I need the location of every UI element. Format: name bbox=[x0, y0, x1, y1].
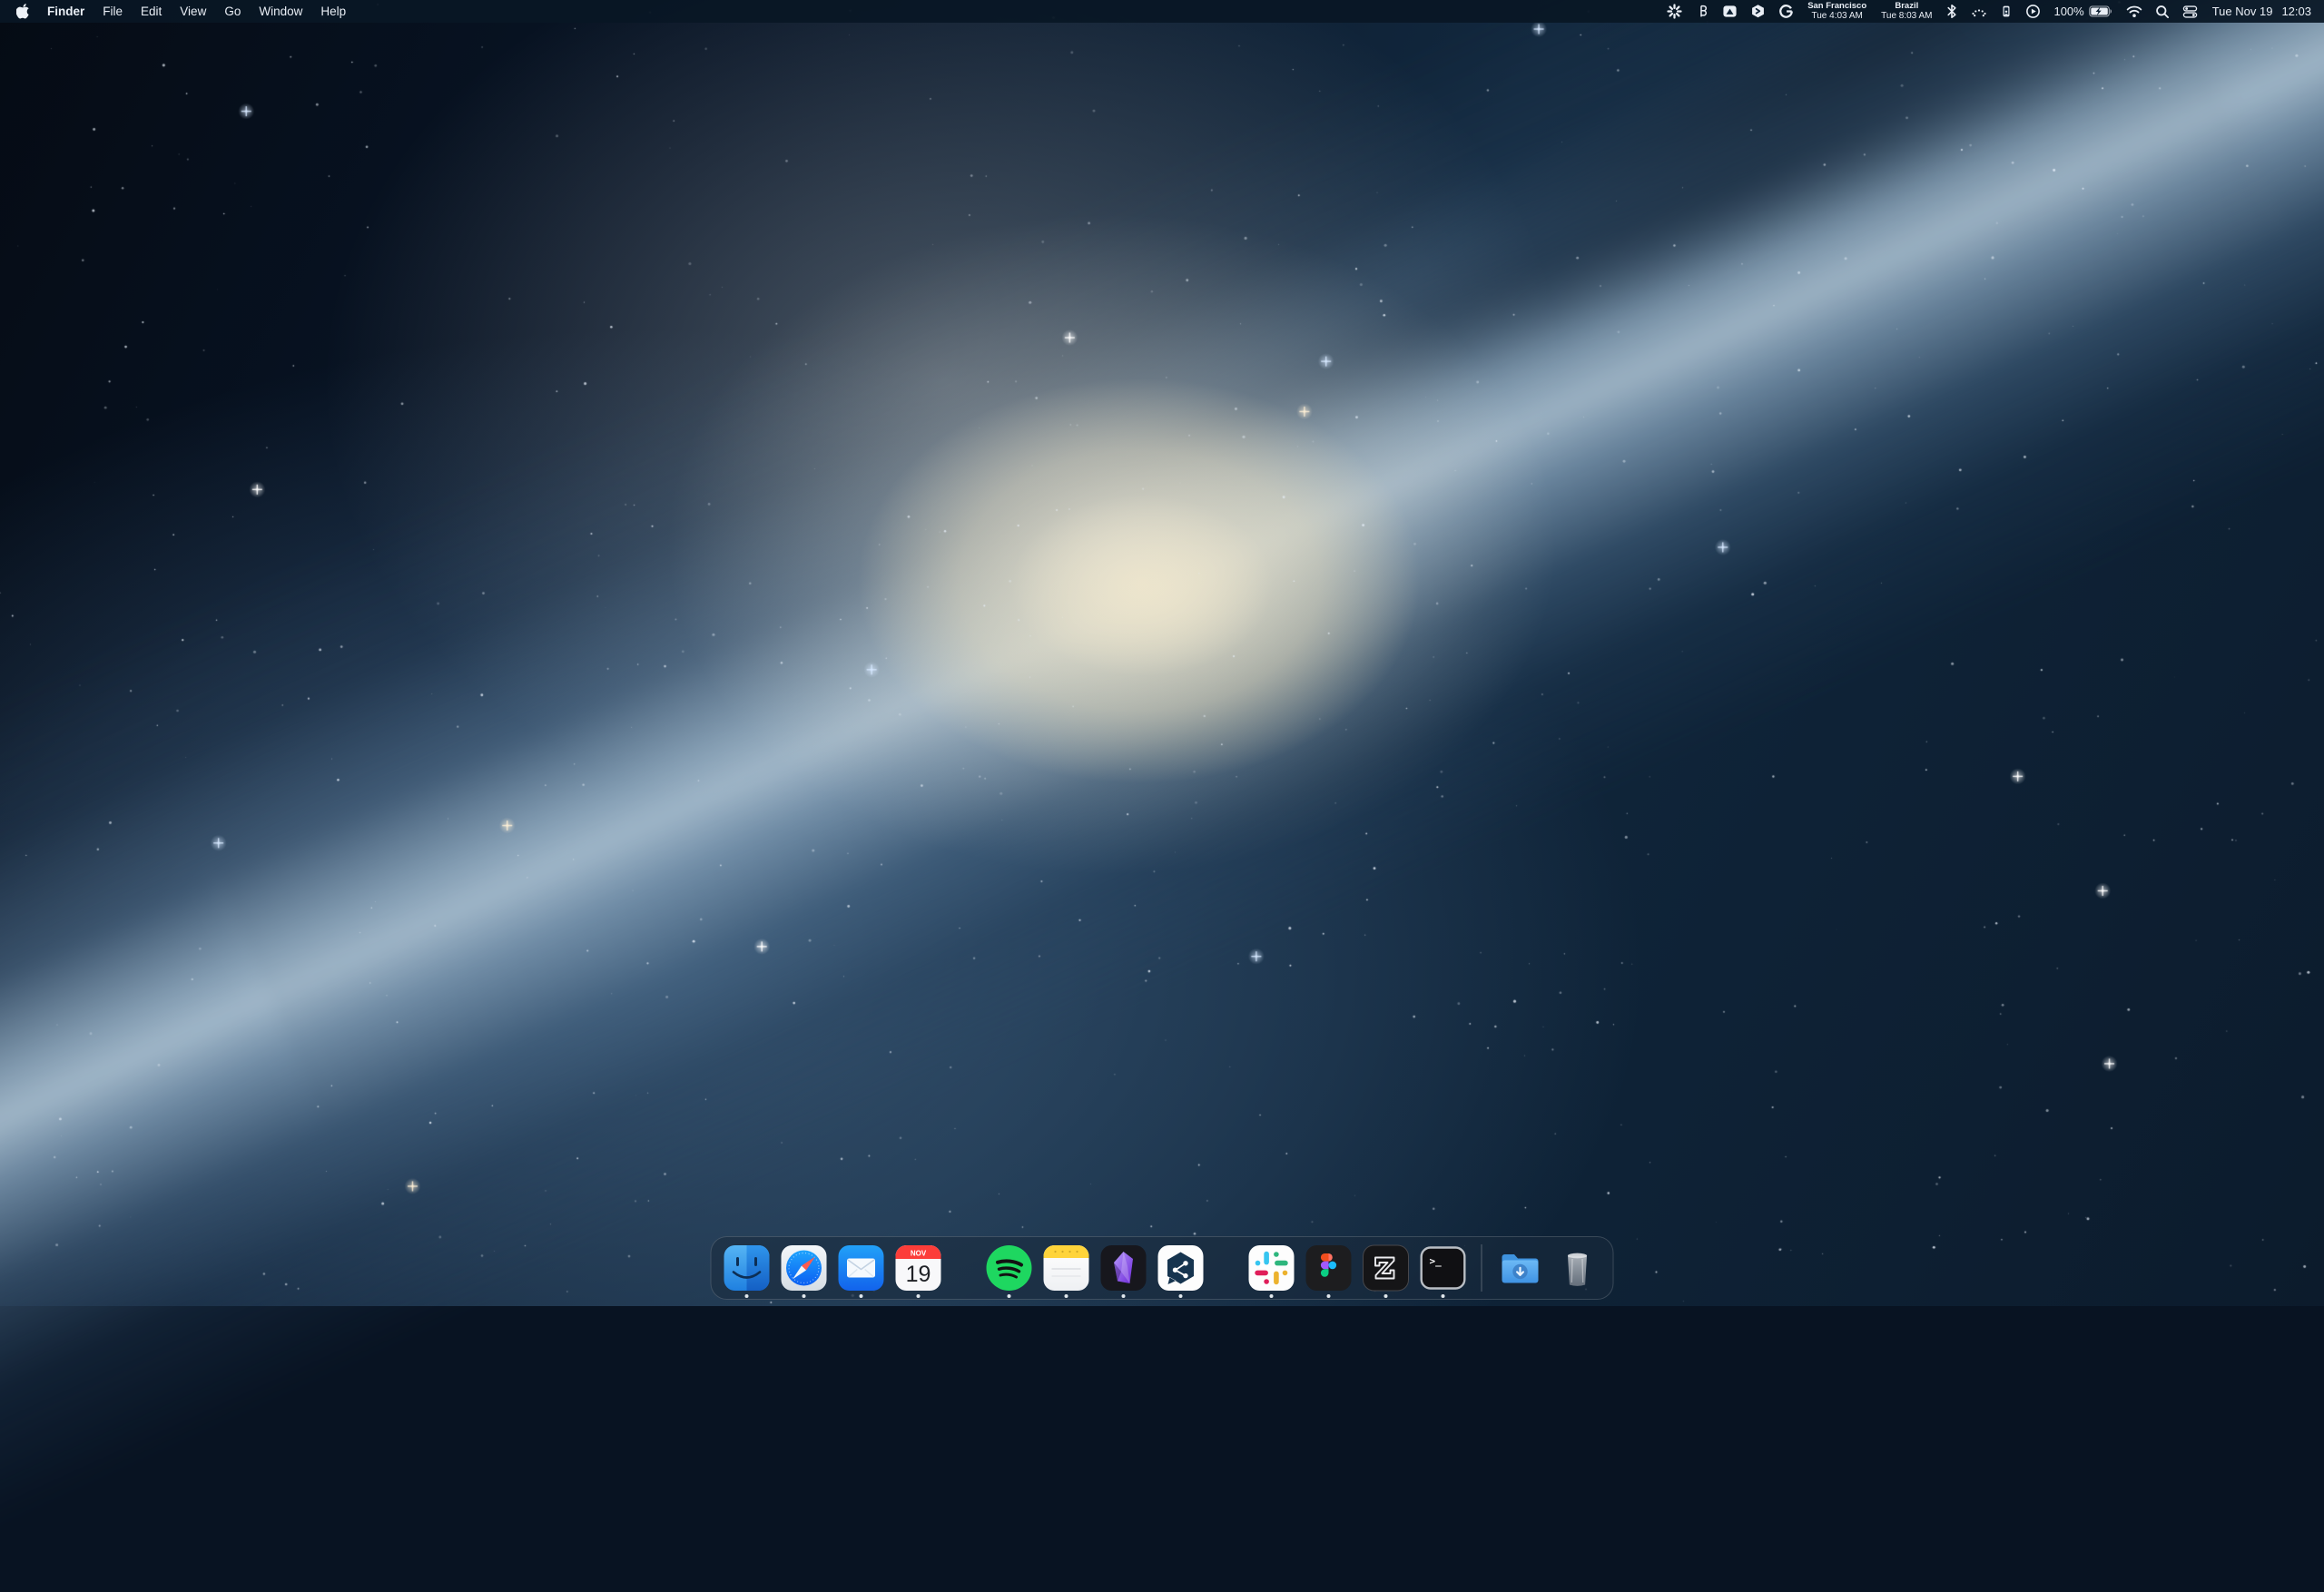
battery-icon bbox=[2089, 5, 2113, 17]
dock-item-spotify[interactable] bbox=[986, 1244, 1033, 1292]
calendar-month: NOV bbox=[911, 1250, 927, 1258]
triangle-app-icon[interactable] bbox=[1722, 4, 1738, 19]
world-clock-time: Tue 8:03 AM bbox=[1881, 12, 1932, 22]
dotted-arc-icon[interactable] bbox=[1971, 4, 1987, 19]
figma-icon[interactable] bbox=[1695, 4, 1709, 19]
menu-go[interactable]: Go bbox=[224, 5, 241, 18]
running-indicator bbox=[1384, 1294, 1388, 1298]
menu-window[interactable]: Window bbox=[259, 5, 302, 18]
apple-menu[interactable] bbox=[16, 4, 29, 19]
running-indicator bbox=[803, 1294, 806, 1298]
menu-view[interactable]: View bbox=[180, 5, 206, 18]
iphone-mirroring-icon[interactable] bbox=[2000, 4, 2013, 19]
dock-item-figma[interactable] bbox=[1305, 1244, 1353, 1292]
starfield bbox=[0, 0, 2324, 1306]
sparkle-icon[interactable] bbox=[1667, 4, 1682, 19]
active-app-name[interactable]: Finder bbox=[47, 5, 84, 18]
terminal-prompt-glyph: >_ bbox=[1430, 1255, 1443, 1267]
running-indicator bbox=[1327, 1294, 1331, 1298]
world-clock-city: Brazil bbox=[1895, 2, 1918, 12]
apple-logo-icon bbox=[16, 4, 29, 19]
g-circle-app-icon[interactable] bbox=[1778, 4, 1794, 19]
dock-item-finder[interactable] bbox=[724, 1244, 771, 1292]
dock-item-terminal[interactable]: >_ bbox=[1420, 1244, 1467, 1292]
world-clock-city: San Francisco bbox=[1807, 2, 1866, 12]
dock-item-notes[interactable] bbox=[1043, 1244, 1090, 1292]
box-chevron-app-icon[interactable] bbox=[1750, 4, 1766, 19]
dock-item-zed[interactable] bbox=[1363, 1244, 1410, 1292]
wifi-icon[interactable] bbox=[2126, 5, 2142, 18]
running-indicator bbox=[860, 1294, 863, 1298]
menu-bar-clock[interactable]: Tue Nov 19 12:03 bbox=[2212, 5, 2311, 18]
dock-item-obsidian[interactable] bbox=[1100, 1244, 1147, 1292]
running-indicator bbox=[745, 1294, 749, 1298]
dock-item-calendar[interactable]: NOV 19 bbox=[895, 1244, 942, 1292]
world-clock-time: Tue 4:03 AM bbox=[1812, 12, 1863, 22]
battery-status[interactable]: 100% bbox=[2053, 5, 2112, 18]
running-indicator bbox=[1442, 1294, 1445, 1298]
dock-spacer bbox=[1215, 1244, 1238, 1292]
control-center-icon[interactable] bbox=[2182, 5, 2198, 19]
bluetooth-icon[interactable] bbox=[1945, 4, 1958, 19]
menu-bar: Finder File Edit View Go Window Help bbox=[0, 0, 2324, 23]
dock-item-slack[interactable] bbox=[1248, 1244, 1295, 1292]
battery-percent: 100% bbox=[2053, 5, 2083, 18]
dock-spacer bbox=[952, 1244, 976, 1292]
world-clock-san-francisco[interactable]: San Francisco Tue 4:03 AM bbox=[1807, 2, 1866, 21]
world-clock-brazil[interactable]: Brazil Tue 8:03 AM bbox=[1881, 2, 1932, 21]
running-indicator bbox=[1179, 1294, 1183, 1298]
running-indicator bbox=[917, 1294, 921, 1298]
dock-item-safari[interactable] bbox=[781, 1244, 828, 1292]
dock-item-trash[interactable] bbox=[1554, 1244, 1601, 1292]
now-playing-icon[interactable] bbox=[2025, 4, 2041, 19]
calendar-day: 19 bbox=[906, 1262, 931, 1287]
menu-help[interactable]: Help bbox=[320, 5, 346, 18]
running-indicator bbox=[1065, 1294, 1068, 1298]
dock: NOV 19 bbox=[711, 1236, 1614, 1300]
dock-item-mail[interactable] bbox=[838, 1244, 885, 1292]
spotlight-search-icon[interactable] bbox=[2155, 5, 2170, 19]
dock-item-hex-share-app[interactable] bbox=[1157, 1244, 1205, 1292]
menu-bar-time: 12:03 bbox=[2281, 5, 2311, 18]
running-indicator bbox=[1270, 1294, 1274, 1298]
running-indicator bbox=[1008, 1294, 1011, 1298]
dock-item-downloads[interactable] bbox=[1497, 1244, 1544, 1292]
menu-edit[interactable]: Edit bbox=[141, 5, 162, 18]
running-indicator bbox=[1122, 1294, 1126, 1298]
menu-file[interactable]: File bbox=[103, 5, 123, 18]
menu-bar-date: Tue Nov 19 bbox=[2212, 5, 2273, 18]
